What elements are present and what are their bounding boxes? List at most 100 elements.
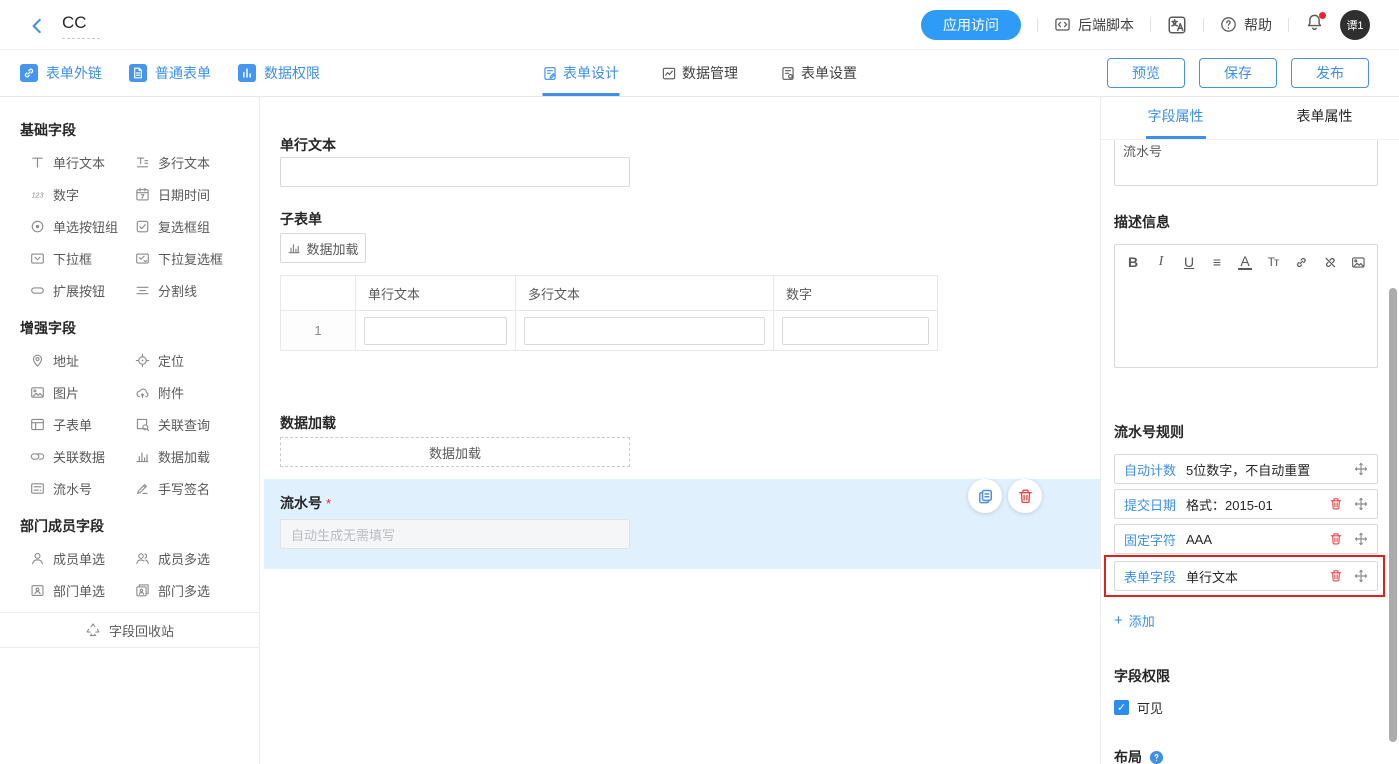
form-external-link-button[interactable]: 表单外链 bbox=[20, 63, 102, 83]
copy-icon bbox=[977, 488, 994, 505]
tab-form-design[interactable]: 表单设计 bbox=[542, 50, 619, 96]
canvas-field-data-load[interactable]: 数据加载 数据加载 bbox=[280, 415, 1100, 467]
rule-auto-count[interactable]: 自动计数 5位数字，不自动重置 bbox=[1114, 454, 1378, 484]
attachment-icon bbox=[135, 385, 150, 400]
tab-data-manage[interactable]: 数据管理 bbox=[661, 50, 738, 96]
move-icon[interactable] bbox=[1354, 532, 1368, 546]
rule-fixed-chars[interactable]: 固定字符 AAA bbox=[1114, 524, 1378, 554]
move-icon[interactable] bbox=[1354, 462, 1368, 476]
field-item-image[interactable]: 图片 bbox=[30, 376, 135, 408]
subform-cell-input[interactable] bbox=[782, 317, 929, 345]
image-icon bbox=[30, 385, 45, 400]
field-item-data-load[interactable]: 数据加载 bbox=[135, 440, 251, 472]
single-text-input[interactable] bbox=[280, 157, 630, 187]
trash-icon[interactable] bbox=[1329, 569, 1343, 583]
copy-field-button[interactable] bbox=[968, 479, 1002, 513]
rule-form-field[interactable]: 表单字段 单行文本 bbox=[1114, 561, 1378, 591]
notifications-button[interactable] bbox=[1305, 13, 1324, 37]
delete-field-button[interactable] bbox=[1008, 479, 1042, 513]
select-icon bbox=[30, 251, 45, 266]
field-item-linked-data[interactable]: 关联数据 bbox=[30, 440, 135, 472]
recycle-label: 字段回收站 bbox=[109, 621, 174, 640]
trash-icon[interactable] bbox=[1329, 497, 1343, 511]
move-icon[interactable] bbox=[1354, 497, 1368, 511]
tab-form-properties[interactable]: 表单属性 bbox=[1250, 97, 1399, 139]
member-multi-icon bbox=[135, 551, 150, 566]
barchart-icon bbox=[287, 241, 301, 255]
underline-icon[interactable]: U bbox=[1182, 253, 1196, 271]
data-load-button[interactable]: 数据加载 bbox=[280, 437, 630, 467]
field-item-lookup[interactable]: 关联查询 bbox=[135, 408, 251, 440]
field-item-member-single[interactable]: 成员单选 bbox=[30, 542, 135, 574]
field-item-signature[interactable]: 手写签名 bbox=[135, 472, 251, 504]
save-button[interactable]: 保存 bbox=[1199, 58, 1277, 88]
image-tool-icon[interactable] bbox=[1351, 253, 1366, 271]
section-title-basic-fields: 基础字段 bbox=[0, 120, 259, 140]
plain-form-icon bbox=[129, 64, 147, 82]
trash-icon[interactable] bbox=[1329, 532, 1343, 546]
field-item-member-multi[interactable]: 成员多选 bbox=[135, 542, 251, 574]
field-item-radio-group[interactable]: 单选按钮组 bbox=[30, 210, 135, 242]
preview-button[interactable]: 预览 bbox=[1107, 58, 1185, 88]
field-item-number[interactable]: 123数字 bbox=[30, 178, 135, 210]
move-icon[interactable] bbox=[1354, 569, 1368, 583]
font-size-icon[interactable]: Tᴛ bbox=[1266, 253, 1280, 271]
field-recycle-bin[interactable]: 字段回收站 bbox=[0, 612, 259, 648]
field-item-single-text[interactable]: 单行文本 bbox=[30, 146, 135, 178]
back-icon[interactable] bbox=[28, 17, 46, 35]
rule-type: 提交日期 bbox=[1124, 495, 1186, 514]
canvas-field-single-text[interactable]: 单行文本 bbox=[280, 137, 1100, 187]
subform-cell-input[interactable] bbox=[364, 317, 507, 345]
bold-icon[interactable]: B bbox=[1126, 253, 1140, 271]
field-item-multi-select[interactable]: 下拉复选框 bbox=[135, 242, 251, 274]
canvas-field-serial-selected[interactable]: 流水号* 自动生成无需填写 bbox=[264, 479, 1100, 569]
field-item-divider[interactable]: 分割线 bbox=[135, 274, 251, 306]
field-item-dept-multi[interactable]: 部门多选 bbox=[135, 574, 251, 606]
field-item-checkbox-group[interactable]: 复选框组 bbox=[135, 210, 251, 242]
field-item-location[interactable]: 定位 bbox=[135, 344, 251, 376]
field-item-address[interactable]: 地址 bbox=[30, 344, 135, 376]
subform-row: 1 bbox=[281, 311, 938, 351]
avatar[interactable]: 谭1 bbox=[1340, 10, 1370, 40]
subform-cell-input[interactable] bbox=[524, 317, 765, 345]
link-icon[interactable] bbox=[1294, 253, 1309, 271]
align-icon[interactable]: ≡ bbox=[1210, 253, 1224, 271]
subform-column-header: 单行文本 bbox=[356, 276, 516, 311]
title-edit-underline bbox=[62, 38, 100, 39]
field-item-expand-button[interactable]: 扩展按钮 bbox=[30, 274, 135, 306]
translate-icon[interactable] bbox=[1167, 15, 1187, 35]
field-item-attachment[interactable]: 附件 bbox=[135, 376, 251, 408]
field-item-datetime[interactable]: 日期时间 bbox=[135, 178, 251, 210]
help-button[interactable]: 帮助 bbox=[1220, 15, 1272, 35]
checkbox-checked-icon[interactable]: ✓ bbox=[1114, 700, 1129, 715]
plain-form-button[interactable]: 普通表单 bbox=[129, 63, 211, 83]
field-item-select[interactable]: 下拉框 bbox=[30, 242, 135, 274]
lookup-icon bbox=[135, 417, 150, 432]
serial-number-input[interactable]: 自动生成无需填写 bbox=[280, 519, 630, 549]
field-item-dept-single[interactable]: 部门单选 bbox=[30, 574, 135, 606]
subform-data-load-button[interactable]: 数据加载 bbox=[280, 233, 366, 263]
visible-checkbox-row[interactable]: ✓ 可见 bbox=[1114, 698, 1378, 717]
field-item-serial-number[interactable]: 流水号 bbox=[30, 472, 135, 504]
add-rule-button[interactable]: + 添加 bbox=[1114, 611, 1378, 630]
datetime-icon bbox=[135, 187, 150, 202]
field-title-input[interactable]: 流水号 bbox=[1114, 140, 1378, 186]
rule-submit-date[interactable]: 提交日期 格式：2015-01 bbox=[1114, 489, 1378, 519]
tab-form-settings[interactable]: 表单设置 bbox=[780, 50, 857, 96]
field-item-multi-text[interactable]: 多行文本 bbox=[135, 146, 251, 178]
dept-multi-icon bbox=[135, 583, 150, 598]
app-access-button[interactable]: 应用访问 bbox=[921, 10, 1021, 40]
panel-scrollbar[interactable] bbox=[1389, 288, 1397, 742]
publish-button[interactable]: 发布 bbox=[1291, 58, 1369, 88]
unlink-icon[interactable] bbox=[1323, 253, 1338, 271]
field-item-subform[interactable]: 子表单 bbox=[30, 408, 135, 440]
canvas-field-subform[interactable]: 子表单 数据加载 单行文本 多行文本 数字 bbox=[280, 211, 1100, 351]
question-icon[interactable] bbox=[1149, 750, 1164, 764]
backend-script-button[interactable]: 后端脚本 bbox=[1054, 15, 1134, 35]
italic-icon[interactable]: I bbox=[1154, 253, 1168, 271]
description-text-area[interactable] bbox=[1115, 279, 1377, 367]
data-permission-button[interactable]: 数据权限 bbox=[238, 63, 320, 83]
font-color-icon[interactable]: A bbox=[1238, 254, 1252, 270]
tab-field-properties[interactable]: 字段属性 bbox=[1101, 97, 1250, 139]
form-title[interactable]: CC bbox=[62, 11, 100, 39]
